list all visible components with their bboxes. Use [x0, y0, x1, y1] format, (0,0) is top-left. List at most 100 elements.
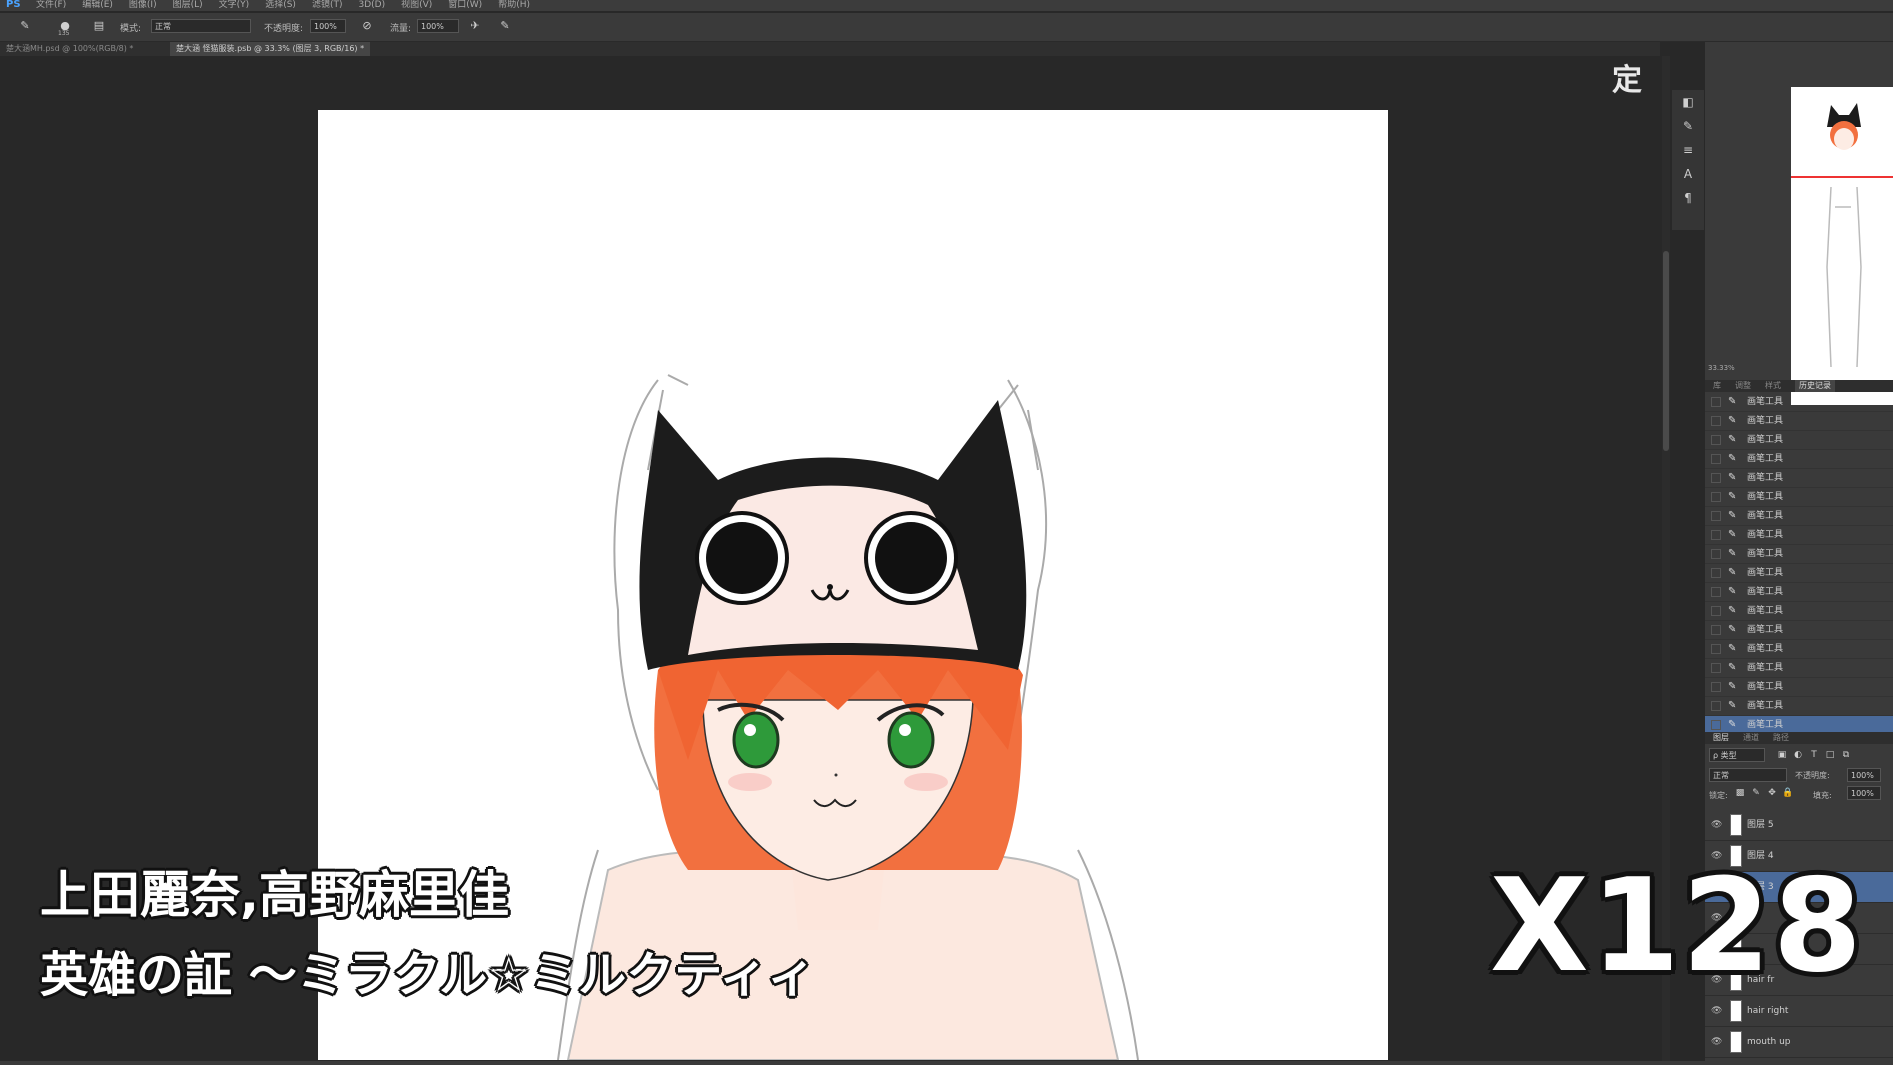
- brush-icon: ✎: [1728, 700, 1737, 711]
- history-item[interactable]: ✎ 画笔工具: [1705, 488, 1893, 507]
- lock-label: 锁定:: [1709, 791, 1728, 800]
- history-item[interactable]: ✎ 画笔工具: [1705, 583, 1893, 602]
- layer-row[interactable]: 👁 图层 5: [1705, 810, 1893, 841]
- menu-type[interactable]: 文字(Y): [219, 0, 250, 10]
- brush-icon: ✎: [1728, 529, 1737, 540]
- menu-select[interactable]: 选择(S): [265, 0, 296, 10]
- layer-thumbnail: [1730, 1031, 1742, 1053]
- menu-3d[interactable]: 3D(D): [358, 0, 385, 10]
- mode-select[interactable]: 正常: [151, 19, 251, 33]
- navigator-zoom[interactable]: 33.33%: [1705, 364, 1893, 376]
- layer-thumbnail: [1730, 1000, 1742, 1022]
- tab-styles[interactable]: 样式: [1765, 380, 1781, 392]
- brush-icon: ✎: [1728, 453, 1737, 464]
- brush-icon: ✎: [1728, 415, 1737, 426]
- history-item[interactable]: ✎ 画笔工具: [1705, 564, 1893, 583]
- layer-opacity-label: 不透明度:: [1795, 771, 1830, 780]
- pressure-opacity-icon[interactable]: ⊘: [360, 19, 374, 33]
- layer-opacity-field[interactable]: 100%: [1847, 768, 1881, 782]
- tab-layers[interactable]: 图层: [1713, 732, 1729, 744]
- visibility-eye-icon[interactable]: 👁: [1711, 1027, 1722, 1057]
- lock-transparent-icon[interactable]: ▩: [1733, 786, 1747, 800]
- flow-field[interactable]: 100%: [417, 19, 459, 33]
- navigator-panel-icon[interactable]: ◧: [1672, 90, 1704, 114]
- lock-all-icon[interactable]: 🔒: [1781, 786, 1795, 800]
- brush-icon: ✎: [1728, 472, 1737, 483]
- layer-row[interactable]: 👁 mouth up: [1705, 1027, 1893, 1058]
- opacity-label: 不透明度:: [264, 24, 304, 34]
- filter-type-icon[interactable]: T: [1807, 748, 1821, 762]
- lock-pixels-icon[interactable]: ✎: [1749, 786, 1763, 800]
- history-list: ✎ 画笔工具 ✎ 画笔工具 ✎ 画笔工具 ✎ 画笔工具 ✎ 画笔工具 ✎ 画笔工具 ✎ 画笔工…: [1705, 393, 1893, 735]
- tab-document-1[interactable]: 楚大涵MH.psd @ 100%(RGB/8) *: [0, 42, 139, 56]
- layer-filter-select[interactable]: ρ 类型: [1709, 748, 1765, 762]
- navigator-preview[interactable]: [1791, 87, 1893, 405]
- tab-paths[interactable]: 路径: [1773, 732, 1789, 744]
- mode-label: 模式:: [120, 24, 142, 34]
- tab-history[interactable]: 历史记录: [1795, 380, 1835, 392]
- brush-icon: ✎: [1728, 624, 1737, 635]
- history-item[interactable]: ✎ 画笔工具: [1705, 526, 1893, 545]
- tab-adjustments[interactable]: 调整: [1735, 380, 1751, 392]
- brush-panel-icon[interactable]: ▤: [92, 19, 106, 33]
- playback-speed-overlay: X128: [1490, 852, 1864, 1001]
- history-item[interactable]: ✎ 画笔工具: [1705, 507, 1893, 526]
- brush-icon: ✎: [1728, 510, 1737, 521]
- brush-icon: ✎: [1728, 605, 1737, 616]
- menu-image[interactable]: 图像(I): [129, 0, 157, 10]
- airbrush-icon[interactable]: ✈: [468, 19, 482, 33]
- history-item[interactable]: ✎ 画笔工具: [1705, 545, 1893, 564]
- character-panel-icon[interactable]: A: [1672, 162, 1704, 186]
- paragraph-panel-icon[interactable]: ¶: [1672, 186, 1704, 210]
- tab-document-2[interactable]: 楚大涵 怪猫服装.psb @ 33.3% (图层 3, RGB/16) *: [170, 42, 371, 56]
- adjust-panel-icon[interactable]: ≡: [1672, 138, 1704, 162]
- brush-icon: ✎: [1728, 434, 1737, 445]
- history-item[interactable]: ✎ 画笔工具: [1705, 469, 1893, 488]
- filter-shape-icon[interactable]: □: [1823, 748, 1837, 762]
- tab-channels[interactable]: 通道: [1743, 732, 1759, 744]
- layers-panel-tabs: 图层 通道 路径: [1705, 732, 1893, 744]
- history-item[interactable]: ✎ 画笔工具: [1705, 431, 1893, 450]
- history-item[interactable]: ✎ 画笔工具: [1705, 393, 1893, 412]
- menu-edit[interactable]: 编辑(E): [82, 0, 113, 10]
- layer-controls: ρ 类型 ▣ ◐ T □ ⧉ 正常 不透明度: 100% 锁定: ▩ ✎ ✥ 🔒…: [1705, 746, 1893, 808]
- blend-mode-select[interactable]: 正常: [1709, 768, 1787, 782]
- fill-field[interactable]: 100%: [1847, 786, 1881, 800]
- history-item[interactable]: ✎ 画笔工具: [1705, 640, 1893, 659]
- brush-icon: ✎: [1728, 396, 1737, 407]
- visibility-eye-icon[interactable]: 👁: [1711, 810, 1722, 840]
- opacity-field[interactable]: 100%: [310, 19, 346, 33]
- brush-tool-icon[interactable]: ✎: [18, 19, 32, 33]
- filter-adjust-icon[interactable]: ◐: [1791, 748, 1805, 762]
- pressure-size-icon[interactable]: ✎: [498, 19, 512, 33]
- layer-thumbnail: [1730, 814, 1742, 836]
- brush-icon: ✎: [1728, 681, 1737, 692]
- menu-view[interactable]: 视图(V): [401, 0, 432, 10]
- flow-label: 流量:: [390, 24, 412, 34]
- history-item[interactable]: ✎ 画笔工具: [1705, 678, 1893, 697]
- history-item[interactable]: ✎ 画笔工具: [1705, 621, 1893, 640]
- lock-position-icon[interactable]: ✥: [1765, 786, 1779, 800]
- history-item[interactable]: ✎ 画笔工具: [1705, 412, 1893, 431]
- menu-layer[interactable]: 图层(L): [173, 0, 203, 10]
- fill-label: 填充:: [1813, 791, 1832, 800]
- history-item[interactable]: ✎ 画笔工具: [1705, 450, 1893, 469]
- menu-window[interactable]: 窗口(W): [448, 0, 482, 10]
- status-bar: [0, 1061, 1893, 1065]
- hat-eye-right: [875, 522, 947, 594]
- brush-panel-icon[interactable]: ✎: [1672, 114, 1704, 138]
- tab-library[interactable]: 库: [1713, 380, 1721, 392]
- menu-help[interactable]: 帮助(H): [498, 0, 530, 10]
- brush-icon: ✎: [1728, 567, 1737, 578]
- history-item[interactable]: ✎ 画笔工具: [1705, 602, 1893, 621]
- history-item[interactable]: ✎ 画笔工具: [1705, 697, 1893, 716]
- menu-filter[interactable]: 滤镜(T): [312, 0, 343, 10]
- history-item[interactable]: ✎ 画笔工具: [1705, 659, 1893, 678]
- caption-song: 英雄の証 ～ミラクル☆ミルクティィ: [40, 947, 816, 1003]
- eye-right: [887, 711, 935, 769]
- collapsed-panel-icons: ◧ ✎ ≡ A ¶: [1672, 90, 1704, 230]
- filter-pixel-icon[interactable]: ▣: [1775, 748, 1789, 762]
- menu-file[interactable]: 文件(F): [36, 0, 66, 10]
- brush-icon: ✎: [1728, 662, 1737, 673]
- filter-smart-icon[interactable]: ⧉: [1839, 748, 1853, 762]
